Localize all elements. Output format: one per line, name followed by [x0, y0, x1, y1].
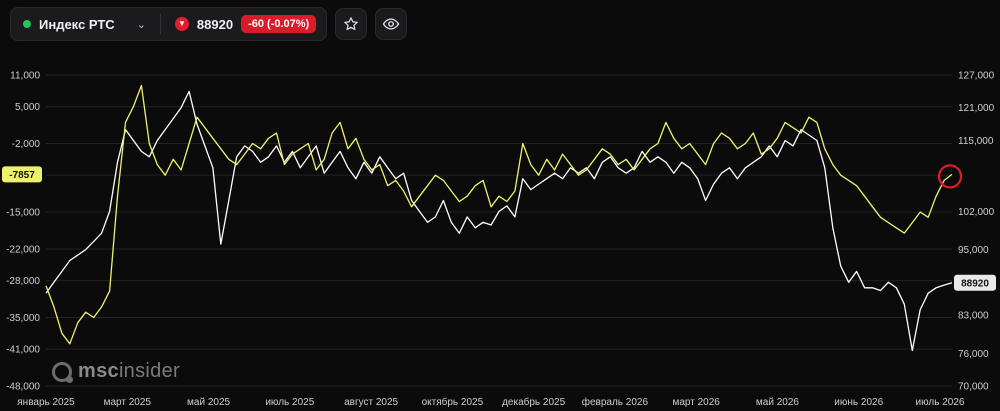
brand-prefix: msc	[78, 360, 119, 382]
left-current-label: -7857	[9, 170, 35, 181]
right-tick-label: 83,000	[958, 311, 989, 322]
right-tick-label: 115,000	[958, 136, 994, 147]
left-tick-label: -2,000	[12, 139, 41, 150]
left-tick-label: -41,000	[6, 345, 40, 356]
x-tick-label: март 2025	[104, 397, 152, 408]
right-current-label: 88920	[961, 278, 989, 289]
left-axis: 11,000 5,000 -2,000 -15,000 -22,000 -28,000 -3…	[6, 71, 40, 393]
x-tick-label: август 2025	[344, 397, 398, 408]
right-tick-label: 95,000	[958, 245, 989, 256]
x-tick-label: июнь 2026	[834, 397, 883, 408]
brand-logo: mscinsider	[52, 360, 180, 383]
series-layer	[45, 84, 953, 352]
right-tick-label: 127,000	[958, 71, 995, 82]
x-tick-label: февраль 2026	[582, 396, 649, 408]
logo-icon	[52, 361, 73, 383]
series-line	[45, 90, 953, 352]
right-tick-label: 121,000	[958, 103, 995, 114]
x-tick-label: май 2025	[187, 397, 230, 408]
x-tick-label: июль 2026	[916, 397, 965, 408]
left-tick-label: -22,000	[6, 244, 40, 255]
left-tick-label: -35,000	[6, 313, 40, 324]
right-axis: 127,000 121,000 115,000 102,000 95,000 83,000…	[958, 71, 995, 393]
left-tick-label: -15,000	[6, 208, 40, 219]
x-axis: январь 2025 март 2025 май 2025 июль 2025 авг…	[17, 396, 965, 408]
x-tick-label: май 2026	[756, 397, 799, 408]
x-tick-label: декабрь 2025	[502, 396, 566, 408]
left-tick-label: 11,000	[10, 71, 40, 82]
left-tick-label: 5,000	[15, 102, 40, 113]
x-tick-label: июль 2025	[265, 397, 314, 408]
brand-suffix: insider	[118, 360, 180, 382]
left-tick-label: -28,000	[6, 276, 40, 287]
right-tick-label: 102,000	[958, 207, 995, 218]
price-chart[interactable]: 11,000 5,000 -2,000 -15,000 -22,000 -28,000 -3…	[0, 0, 1000, 411]
x-tick-label: январь 2025	[17, 397, 75, 408]
series-line	[45, 84, 953, 345]
right-tick-label: 76,000	[958, 349, 989, 360]
x-tick-label: март 2026	[672, 397, 720, 408]
markers: -7857 88920	[2, 164, 996, 291]
right-tick-label: 70,000	[958, 382, 989, 393]
left-tick-label: -48,000	[6, 382, 40, 393]
x-tick-label: октябрь 2025	[422, 396, 484, 408]
